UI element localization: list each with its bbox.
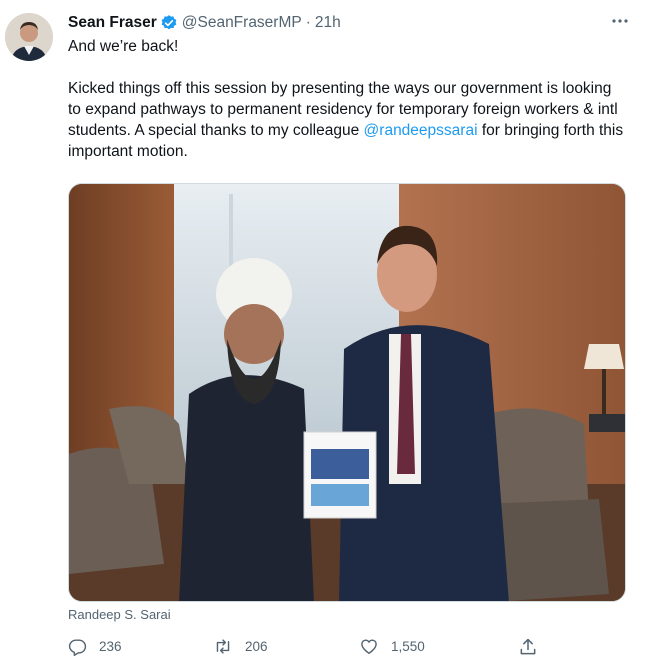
author-name[interactable]: Sean Fraser (68, 14, 157, 32)
tweet-line-1: And we’re back! (68, 38, 179, 55)
reply-count: 236 (99, 639, 122, 654)
avatar[interactable] (5, 13, 53, 61)
photo-caption[interactable]: Randeep S. Sarai (68, 607, 171, 622)
mention-link[interactable]: @randeepssarai (364, 122, 478, 139)
photo-image (69, 184, 625, 601)
timestamp[interactable]: 21h (315, 14, 341, 32)
like-button[interactable]: 1,550 (359, 637, 425, 656)
retweet-count: 206 (245, 639, 268, 654)
like-count: 1,550 (391, 639, 425, 654)
share-button[interactable] (518, 637, 538, 657)
separator-dot: · (305, 14, 311, 31)
tweet-actions: 236 206 1,550 (68, 637, 548, 659)
avatar-photo (5, 13, 53, 61)
tweet-header: Sean Fraser @SeanFraserMP · 21h (68, 12, 631, 34)
tweet-body: Kicked things off this session by presen… (68, 78, 628, 162)
heart-icon (359, 637, 379, 656)
tweet-photo[interactable] (68, 183, 626, 602)
tweet-text: And we’re back! Kicked things off this s… (68, 36, 628, 162)
reply-button[interactable]: 236 (68, 637, 122, 656)
retweet-icon (213, 637, 233, 656)
retweet-button[interactable]: 206 (213, 637, 268, 656)
author-handle[interactable]: @SeanFraserMP (182, 14, 302, 32)
verified-badge-icon (160, 14, 178, 32)
more-options-icon[interactable] (609, 12, 631, 30)
reply-icon (68, 637, 87, 656)
share-icon (518, 637, 538, 657)
